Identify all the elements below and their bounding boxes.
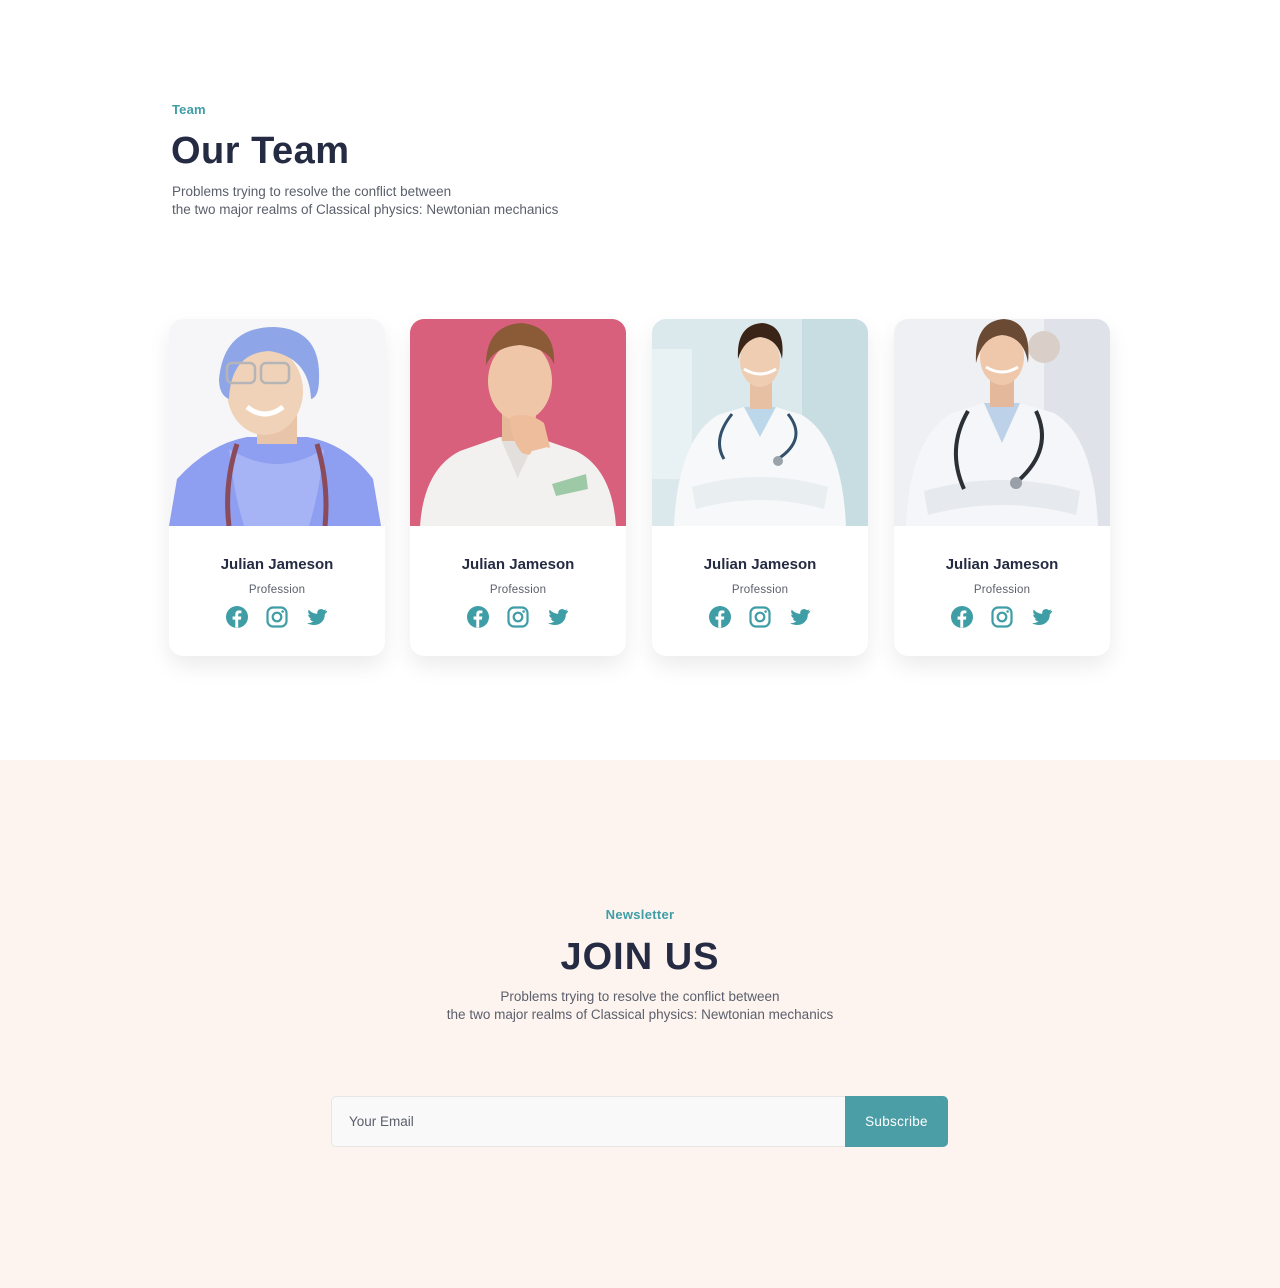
newsletter-description-line-2: the two major realms of Classical physic… xyxy=(446,1007,834,1022)
subscribe-form: Subscribe xyxy=(331,1096,948,1147)
team-section: Team Our Team Problems trying to resolve… xyxy=(0,0,1280,760)
newsletter-eyebrow: Newsletter xyxy=(605,907,675,922)
newsletter-description: Problems trying to resolve the conflict … xyxy=(0,988,1280,1024)
card-body: Julian Jameson Profession xyxy=(169,526,385,656)
member-name: Julian Jameson xyxy=(461,556,575,573)
facebook-icon[interactable] xyxy=(708,605,732,629)
facebook-icon[interactable] xyxy=(466,605,490,629)
card-body: Julian Jameson Profession xyxy=(894,526,1110,656)
twitter-icon[interactable] xyxy=(788,605,812,629)
team-member-card: Julian Jameson Profession xyxy=(652,319,868,656)
member-name: Julian Jameson xyxy=(220,556,334,573)
facebook-icon[interactable] xyxy=(225,605,249,629)
newsletter-section: Newsletter JOIN US Problems trying to re… xyxy=(0,760,1280,1288)
social-links xyxy=(410,605,626,629)
twitter-icon[interactable] xyxy=(305,605,329,629)
team-member-card: Julian Jameson Profession xyxy=(894,319,1110,656)
newsletter-title: JOIN US xyxy=(560,936,720,978)
newsletter-description-line-1: Problems trying to resolve the conflict … xyxy=(500,989,780,1004)
social-links xyxy=(894,605,1110,629)
card-body: Julian Jameson Profession xyxy=(410,526,626,656)
member-profession: Profession xyxy=(731,584,789,596)
team-description-line-1: Problems trying to resolve the conflict … xyxy=(172,184,452,199)
member-profession: Profession xyxy=(489,584,547,596)
member-name: Julian Jameson xyxy=(703,556,817,573)
twitter-icon[interactable] xyxy=(546,605,570,629)
facebook-icon[interactable] xyxy=(950,605,974,629)
team-member-card: Julian Jameson Profession xyxy=(410,319,626,656)
member-profession: Profession xyxy=(973,584,1031,596)
member-name: Julian Jameson xyxy=(945,556,1059,573)
team-eyebrow: Team xyxy=(172,102,206,117)
card-body: Julian Jameson Profession xyxy=(652,526,868,656)
twitter-icon[interactable] xyxy=(1030,605,1054,629)
subscribe-button[interactable]: Subscribe xyxy=(845,1096,948,1147)
instagram-icon[interactable] xyxy=(506,605,530,629)
instagram-icon[interactable] xyxy=(748,605,772,629)
team-title: Our Team xyxy=(171,130,350,172)
instagram-icon[interactable] xyxy=(990,605,1014,629)
team-description: Problems trying to resolve the conflict … xyxy=(172,183,632,219)
instagram-icon[interactable] xyxy=(265,605,289,629)
female-doctor-arms-crossed-photo xyxy=(894,319,1110,526)
social-links xyxy=(652,605,868,629)
female-doctor-stethoscope-photo xyxy=(652,319,868,526)
surgeon-in-scrub-cap-photo xyxy=(169,319,385,526)
team-description-line-2: the two major realms of Classical physic… xyxy=(172,202,559,217)
social-links xyxy=(169,605,385,629)
email-input[interactable] xyxy=(331,1096,845,1147)
member-profession: Profession xyxy=(248,584,306,596)
team-member-card: Julian Jameson Profession xyxy=(169,319,385,656)
man-in-white-blazer-photo xyxy=(410,319,626,526)
